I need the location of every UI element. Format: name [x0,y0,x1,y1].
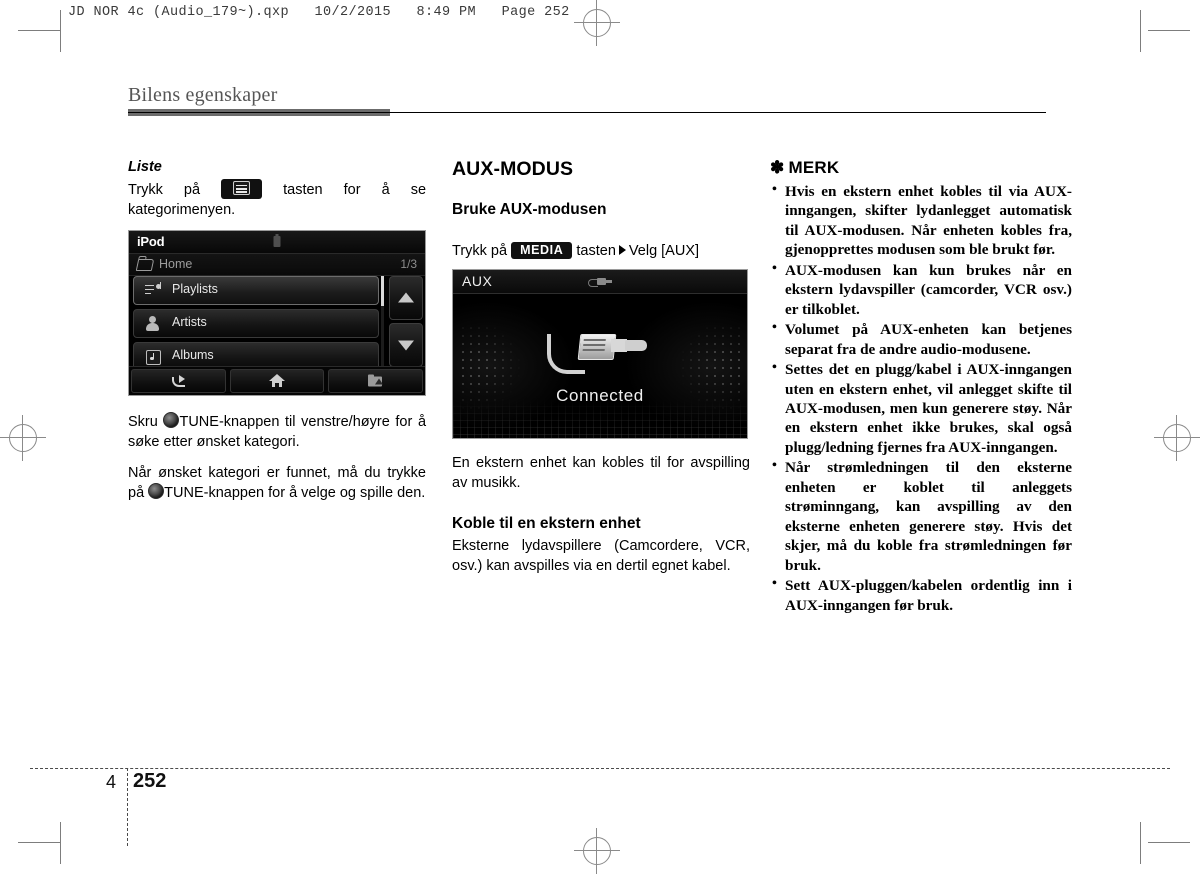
playlist-icon [145,281,161,298]
media-instruction: Trykk på MEDIA tasten Velg [AUX] [452,241,750,261]
folder-up-button[interactable] [328,368,424,393]
registration-mark-top [574,0,620,46]
album-icon [145,349,161,365]
crop-mark-tr-v [1140,10,1141,52]
media-key-button[interactable]: MEDIA [511,242,573,260]
ipod-breadcrumb-bar[interactable]: Home 1/3 [129,253,425,276]
aux-status-text: Connected [556,386,644,405]
merk-heading: ✽ MERK [770,158,1072,178]
home-button[interactable] [229,368,325,393]
tune-paragraph-1-prefix: Skru [128,413,158,430]
arrow-up-icon [398,292,414,303]
page-title: Bilens egenskaper [128,84,278,106]
ipod-title-bar: iPod [129,230,425,254]
tune-knob-icon-2 [148,482,165,499]
ipod-bottom-toolbar [129,365,425,395]
tune-paragraph-2: Når ønsket kategori er funnet, må du try… [128,463,426,503]
chapter-number: 4 [106,772,117,792]
crop-mark-bl-v [60,822,61,864]
aux-title-bar: AUX [453,270,747,294]
aux-plug-icon [545,328,655,378]
aux-title: AUX [462,273,493,289]
media-instruction-middle: tasten [576,243,616,259]
title-rule [128,112,1046,113]
merk-item: Settes det en plugg/kabel i AUX-inngange… [770,359,1072,457]
list-button-icon[interactable] [221,178,263,200]
merk-item: Volumet på AUX-enheten kan betjenes sepa… [770,319,1072,359]
print-header: JD NOR 4c (Audio_179~).qxp 10/2/2015 8:4… [68,5,570,20]
chevron-right-icon [618,245,626,255]
merk-item: Hvis en ekstern enhet kobles til via AUX… [770,181,1072,260]
list-item-artists[interactable]: Artists [133,308,379,338]
liste-instruction-prefix: Trykk på [128,181,201,198]
aux-modus-heading: AUX-MODUS [452,158,574,180]
ipod-screenshot: iPod Home 1/3 Playlists Artists Albums [128,229,426,396]
merk-item: Når strømledningen til den eksterne enhe… [770,457,1072,575]
ipod-breadcrumb-label: Home [159,256,193,271]
scrollbar-thumb[interactable] [381,275,384,306]
footer-vertical-divider [127,768,128,846]
crop-mark-tl-h [18,30,60,31]
merk-item: AUX-modusen kan kun brukes når en ekster… [770,260,1072,319]
crop-mark-br-v [1140,822,1141,864]
crop-mark-br-h [1148,842,1190,843]
ipod-scrollbar[interactable] [381,275,384,366]
aux-screenshot: AUX Connected [452,269,748,439]
tune-knob-icon [163,411,180,428]
merk-heading-label: MERK [788,158,840,177]
aux-plug-status-icon [588,278,612,287]
scroll-down-button[interactable] [389,322,423,367]
ipod-title: iPod [137,233,165,249]
left-column: Liste Trykk på tasten for å se kategorim… [128,158,426,503]
back-button[interactable] [131,368,226,393]
registration-mark-left [0,415,46,461]
scroll-up-button[interactable] [389,275,423,320]
note-column: ✽MERK Hvis en ekstern enhet kobles til v… [770,158,1072,616]
koble-til-subheading: Koble til en ekstern enhet [452,515,641,532]
list-item-label: Albums [172,347,214,362]
home-icon [269,373,285,388]
middle-column: AUX-MODUS Bruke AUX-modusen Trykk på MED… [452,158,750,576]
ipod-list: Playlists Artists Albums [133,275,379,375]
crop-mark-tr-h [1148,30,1190,31]
back-icon [170,374,186,387]
folder-icon [135,258,155,271]
merk-item: Sett AUX-pluggen/kabelen ordentlig inn i… [770,575,1072,615]
registration-mark-right [1154,415,1200,461]
ipod-page-indicator: 1/3 [400,256,417,271]
asterisk-icon: ✽ [770,158,785,177]
crop-mark-tl-v [60,10,61,52]
koble-til-paragraph: Eksterne lydavspillere (Camcordere, VCR,… [452,538,750,574]
media-instruction-suffix: Velg [AUX] [628,243,700,259]
page-number: 252 [133,770,167,792]
liste-heading: Liste [128,159,162,175]
registration-mark-bottom [574,828,620,874]
liste-instruction: Trykk på tasten for å se kategorimenyen. [128,178,426,220]
media-instruction-prefix: Trykk på [452,243,508,259]
crop-mark-bl-h [18,842,60,843]
tune-paragraph-1: Skru TUNE-knappen til venstre/høyre for … [128,411,426,452]
list-item-label: Playlists [172,281,218,296]
bruke-aux-subheading: Bruke AUX-modusen [452,201,607,218]
list-item-playlists[interactable]: Playlists [133,275,379,305]
arrow-down-icon [398,340,414,351]
list-item-label: Artists [172,314,207,329]
tune-paragraph-2-suffix: TUNE-knappen for å velge og spille den. [164,484,426,501]
ipod-screen: iPod Home 1/3 Playlists Artists Albums [129,230,425,395]
folder-up-icon [367,374,384,387]
person-icon [145,315,161,331]
footer-divider [30,768,1170,769]
battery-icon [273,233,281,247]
aux-paragraph: En ekstern enhet kan kobles til for avsp… [452,455,750,491]
merk-list: Hvis en ekstern enhet kobles til via AUX… [770,181,1072,615]
aux-body: Connected [453,294,747,438]
